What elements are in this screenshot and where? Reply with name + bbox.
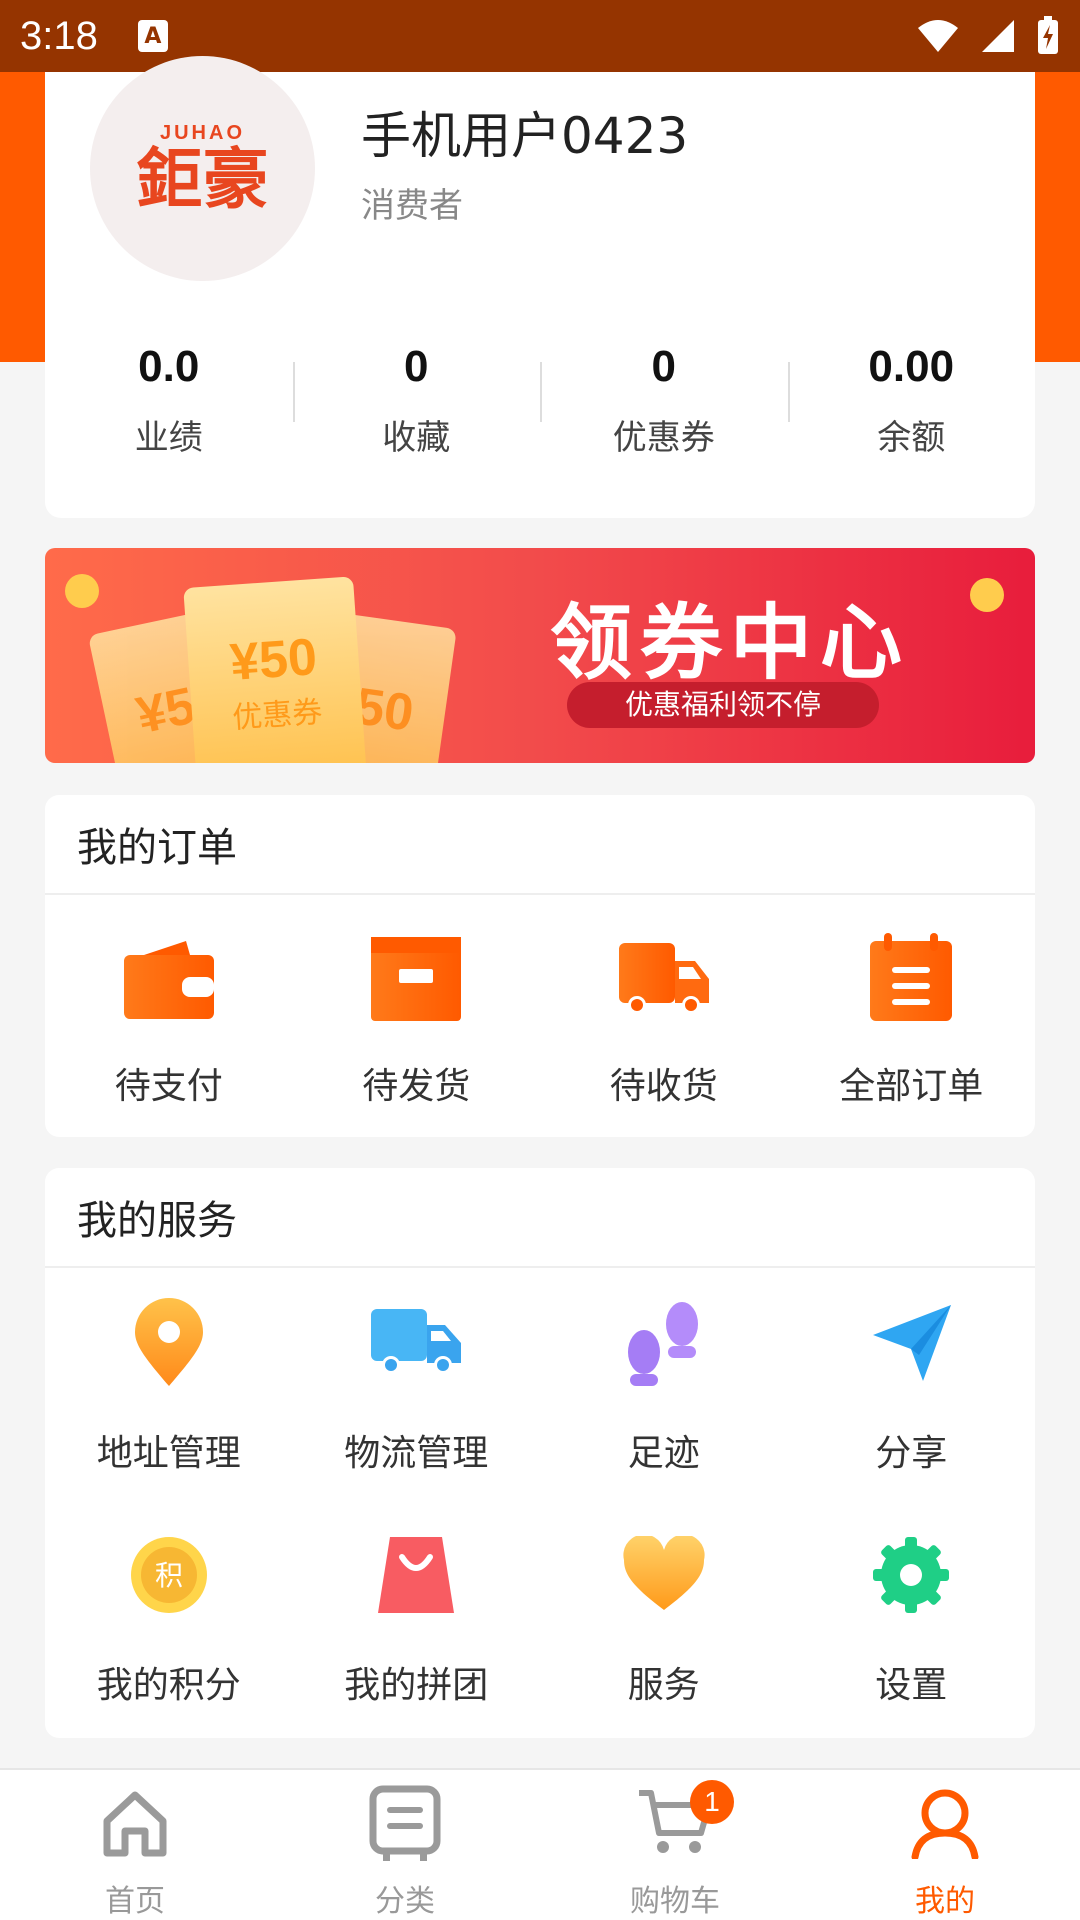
delivery-truck-icon	[371, 1298, 462, 1388]
wallet-icon	[123, 931, 214, 1021]
service-share[interactable]: 分享	[788, 1298, 1036, 1476]
points-coin-icon: 积	[124, 1530, 214, 1620]
stat-value: 0	[651, 342, 676, 391]
bottom-nav: 首页 分类 1 购物车 我的	[0, 1768, 1080, 1920]
service-footprints[interactable]: 足迹	[540, 1298, 788, 1476]
points-glyph: 积	[155, 1559, 183, 1592]
service-label: 服务	[627, 1665, 700, 1706]
nav-label: 分类	[375, 1884, 435, 1919]
notification-icon: A	[137, 20, 168, 52]
service-settings[interactable]: 设置	[788, 1530, 1036, 1708]
home-icon	[95, 1784, 175, 1862]
category-icon	[365, 1784, 445, 1862]
stat-label: 业绩	[134, 418, 203, 458]
order-label: 待发货	[362, 1066, 471, 1107]
nav-label: 我的	[915, 1884, 975, 1919]
ticket-amount: ¥50	[228, 628, 319, 693]
order-pending-receipt[interactable]: 待收货	[540, 931, 788, 1109]
service-label: 设置	[875, 1665, 948, 1706]
order-label: 全部订单	[839, 1066, 984, 1107]
nav-label: 首页	[105, 1884, 165, 1919]
status-time: 3:18	[20, 13, 98, 58]
orders-title: 我的订单	[45, 795, 1035, 895]
signal-icon	[982, 20, 1014, 52]
nav-home[interactable]: 首页	[0, 1770, 270, 1920]
cart-badge: 1	[690, 1780, 734, 1824]
truck-icon	[618, 931, 709, 1021]
order-all[interactable]: 全部订单	[788, 931, 1036, 1109]
service-logistics[interactable]: 物流管理	[293, 1298, 541, 1476]
stat-value: 0	[404, 342, 429, 391]
user-icon	[905, 1784, 985, 1862]
coin-decoration	[970, 578, 1004, 612]
services-title: 我的服务	[45, 1168, 1035, 1268]
stat-performance[interactable]: 0.0 业绩	[45, 332, 293, 472]
stat-label: 优惠券	[612, 418, 715, 458]
service-label: 物流管理	[344, 1433, 489, 1474]
heart-icon	[619, 1530, 709, 1620]
stat-value: 0.0	[138, 342, 200, 391]
service-address[interactable]: 地址管理	[45, 1298, 293, 1476]
banner-title: 领券中心	[550, 596, 911, 691]
service-label: 分享	[875, 1433, 948, 1474]
nav-mine[interactable]: 我的	[810, 1770, 1080, 1920]
shopping-bag-icon	[371, 1530, 461, 1620]
user-role: 消费者	[361, 186, 463, 226]
banner-subtitle: 优惠福利领不停	[567, 682, 879, 728]
orders-card: 我的订单 待支付 待发货 待收货 全部订单	[45, 795, 1035, 1137]
service-label: 地址管理	[96, 1433, 241, 1474]
nav-label: 购物车	[630, 1884, 720, 1919]
profile-card: JUHAO 鉅豪 手机用户0423 消费者 0.0 业绩 0 收藏 0 优惠券 …	[45, 56, 1035, 518]
battery-icon	[1038, 16, 1058, 54]
order-label: 待收货	[609, 1066, 718, 1107]
coupon-center-banner[interactable]: ¥50 ¥50 ¥50 优惠券 领券中心 优惠福利领不停	[45, 548, 1035, 763]
coin-decoration	[65, 574, 99, 608]
logo-text-cn: 鉅豪	[136, 141, 269, 218]
service-support[interactable]: 服务	[540, 1530, 788, 1708]
paper-plane-icon	[866, 1298, 956, 1388]
stat-balance[interactable]: 0.00 余额	[787, 332, 1036, 472]
service-group-buy[interactable]: 我的拼团	[293, 1530, 541, 1708]
gear-icon	[866, 1530, 956, 1620]
ticket-label: 优惠券	[231, 694, 324, 737]
location-pin-icon	[124, 1298, 214, 1388]
stat-favorites[interactable]: 0 收藏	[292, 332, 541, 472]
footprints-icon	[619, 1298, 709, 1388]
wifi-icon	[918, 20, 958, 52]
service-label: 足迹	[627, 1433, 700, 1474]
stats-row: 0.0 业绩 0 收藏 0 优惠券 0.00 余额	[45, 332, 1035, 472]
nav-cart[interactable]: 1 购物车	[540, 1770, 810, 1920]
order-pending-payment[interactable]: 待支付	[45, 931, 293, 1109]
stat-label: 收藏	[382, 418, 451, 458]
clipboard-icon	[866, 931, 956, 1021]
username: 手机用户0423	[361, 107, 689, 165]
services-card: 我的服务 地址管理 物流管理 足迹 分享 积 我的积分 我的拼团 服务 设置	[45, 1168, 1035, 1738]
order-pending-shipment[interactable]: 待发货	[293, 931, 541, 1109]
coupon-ticket-main: ¥50 优惠券	[183, 576, 367, 763]
box-icon	[371, 931, 462, 1021]
nav-category[interactable]: 分类	[270, 1770, 540, 1920]
stat-value: 0.00	[868, 342, 955, 391]
service-points[interactable]: 积 我的积分	[45, 1530, 293, 1708]
service-label: 我的积分	[96, 1665, 241, 1706]
stat-coupons[interactable]: 0 优惠券	[540, 332, 788, 472]
stat-label: 余额	[877, 418, 946, 458]
avatar[interactable]: JUHAO 鉅豪	[90, 56, 315, 281]
service-label: 我的拼团	[344, 1665, 489, 1706]
order-label: 待支付	[114, 1066, 223, 1107]
status-bar: 3:18 A	[0, 0, 1080, 72]
